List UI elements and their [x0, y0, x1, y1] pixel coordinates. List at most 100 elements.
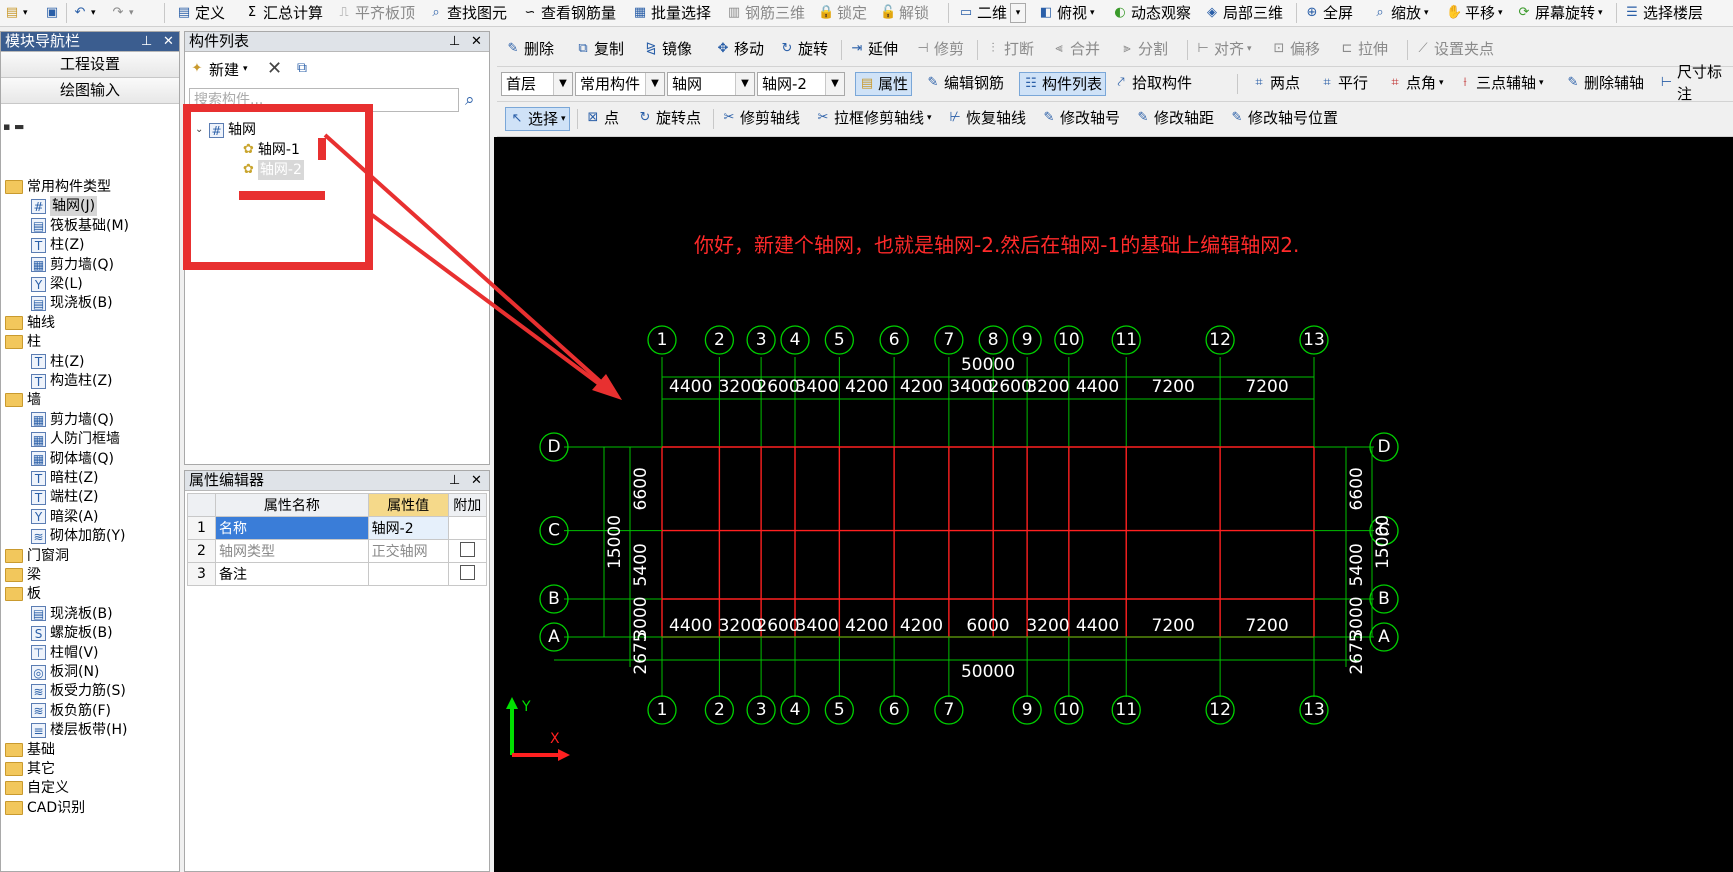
nav-item[interactable]: ▦ 人防门框墙 [31, 429, 120, 449]
nav-item[interactable]: T 端柱(Z) [31, 487, 99, 507]
open-icon[interactable]: ▤ ▾ [4, 2, 28, 24]
instance-select[interactable]: 轴网-2 ▼ [757, 72, 845, 96]
view-rebar-button[interactable]: ∽ 查看钢筋量 [522, 2, 616, 24]
nav-item[interactable]: ▤ 现浇板(B) [31, 604, 113, 624]
properties-button[interactable]: ▤ 属性 [855, 72, 913, 96]
stretch-button[interactable]: ⊏ 拉伸 [1339, 38, 1388, 60]
nav-folder[interactable]: 板 [5, 584, 41, 604]
rebar-3d-button[interactable]: ▥ 钢筋三维 [726, 2, 805, 24]
property-extra-checkbox[interactable] [447, 562, 488, 586]
modify-axis-number-position-button[interactable]: ✎ 修改轴号位置 [1229, 107, 1338, 129]
table-row[interactable]: 1 名称 轴网-2 [186, 516, 488, 540]
nav-item[interactable]: ◎ 板洞(N) [31, 662, 99, 682]
delete-aux-button[interactable]: ✎ 删除辅轴 [1565, 72, 1644, 94]
nav-item[interactable]: Y 暗梁(A) [31, 507, 99, 527]
pin-icon[interactable]: ⊥ [449, 471, 460, 490]
draw-input-button[interactable]: 绘图输入 [1, 78, 179, 104]
save-icon[interactable]: ▣ [44, 2, 60, 24]
trim-button[interactable]: ⊣ 修剪 [915, 38, 964, 60]
lock-button[interactable]: 🔒 锁定 [818, 2, 867, 24]
nav-folder[interactable]: 柱 [5, 332, 41, 352]
align-button[interactable]: ⊢ 对齐 ▾ [1195, 38, 1251, 60]
trim-axis-button[interactable]: ✂ 修剪轴线 [721, 107, 800, 129]
align-slab-top-button[interactable]: ⎍ 平齐板顶 [336, 2, 415, 24]
box-trim-axis-button[interactable]: ✂ 拉框修剪轴线 ▾ [815, 107, 932, 129]
property-value-input[interactable] [367, 562, 449, 586]
nav-folder[interactable]: 门窗洞 [5, 546, 69, 566]
pin-icon[interactable]: ⊥ [141, 32, 152, 51]
drawing-canvas[interactable]: 你好，新建个轴网，也就是轴网-2.然后在轴网-1的基础上编辑轴网2. 12345… [494, 137, 1733, 872]
summary-calc-button[interactable]: Σ 汇总计算 [244, 2, 323, 24]
nav-item[interactable]: ⊤ 柱帽(V) [31, 643, 99, 663]
close-icon[interactable]: ✕ [163, 32, 174, 51]
nav-item[interactable]: T 暗柱(Z) [31, 468, 99, 488]
pick-component-button[interactable]: ⤤ 拾取构件 [1113, 72, 1192, 94]
nav-item[interactable]: T 柱(Z) [31, 235, 85, 255]
view-2d-select[interactable]: ▭ 二维 ▾ [958, 2, 1027, 24]
nav-item[interactable]: ▦ 砌体墙(Q) [31, 449, 114, 469]
find-element-button[interactable]: ⌕ 查找图元 [428, 2, 507, 24]
edit-rebar-button[interactable]: ✎ 编辑钢筋 [925, 72, 1004, 94]
nav-folder[interactable]: 基础 [5, 740, 55, 760]
set-grip-button[interactable]: ⟋ 设置夹点 [1415, 38, 1494, 60]
merge-button[interactable]: ⫷ 合并 [1051, 38, 1100, 60]
nav-folder[interactable]: 墙 [5, 390, 41, 410]
property-extra-checkbox[interactable] [447, 539, 488, 563]
nav-item[interactable]: ≋ 板负筋(F) [31, 701, 111, 721]
nav-folder[interactable]: 梁 [5, 565, 41, 585]
new-component-button[interactable]: ✦ 新建 ▾ [189, 58, 248, 80]
project-settings-button[interactable]: 工程设置 [1, 52, 179, 78]
nav-item[interactable]: Y 梁(L) [31, 274, 83, 294]
undo-icon[interactable]: ↶ ▾ [72, 2, 96, 24]
nav-folder[interactable]: 自定义 [5, 778, 69, 798]
floor-select[interactable]: 首层 ▼ [501, 72, 573, 96]
unlock-button[interactable]: 🔓 解锁 [880, 2, 929, 24]
delete-icon[interactable]: ✕ [267, 58, 282, 79]
pin-icon[interactable]: ⊥ [449, 32, 460, 51]
point-button[interactable]: ⊠ 点 [585, 107, 619, 129]
nav-item[interactable]: ▦ 剪力墙(Q) [31, 410, 114, 430]
screen-rotate-button[interactable]: ⟳ 屏幕旋转 ▾ [1516, 2, 1603, 24]
define-button[interactable]: ▤ 定义 [176, 2, 225, 24]
nav-item[interactable]: T 构造柱(Z) [31, 371, 113, 391]
extend-button[interactable]: ⇥ 延伸 [849, 38, 898, 60]
table-row[interactable]: 2 轴网类型 正交轴网 [186, 539, 488, 563]
copy-button[interactable]: ⧉ 复制 [575, 38, 624, 60]
table-row[interactable]: 3 备注 [186, 562, 488, 586]
nav-item[interactable]: ▦ 剪力墙(Q) [31, 255, 114, 275]
zoom-button[interactable]: ⌕ 缩放 ▾ [1372, 2, 1428, 24]
rotate-point-button[interactable]: ↻ 旋转点 [637, 107, 701, 129]
two-point-button[interactable]: ⌗ 两点 [1251, 72, 1300, 94]
dimension-button[interactable]: ⊢ 尺寸标注 [1659, 63, 1733, 103]
nav-item[interactable]: ≡ 楼层板带(H) [31, 720, 127, 740]
redo-icon[interactable]: ↷ ▾ [110, 2, 134, 24]
search-icon[interactable]: ⌕ [465, 90, 475, 110]
point-angle-button[interactable]: ⌗ 点角 ▾ [1387, 72, 1443, 94]
select-floor-button[interactable]: ☰ 选择楼层 [1624, 2, 1703, 24]
nav-folder[interactable]: 常用构件类型 [5, 177, 111, 197]
split-button[interactable]: ⫸ 分割 [1119, 38, 1168, 60]
three-point-aux-button[interactable]: ⟊ 三点辅轴 ▾ [1457, 72, 1543, 94]
component-list-button[interactable]: ☷ 构件列表 [1019, 72, 1107, 96]
rotate-button[interactable]: ↻ 旋转 [779, 38, 828, 60]
batch-select-button[interactable]: ▦ 批量选择 [632, 2, 711, 24]
fullscreen-button[interactable]: ⊕ 全屏 [1304, 2, 1353, 24]
nav-item[interactable]: # 轴网(J) [31, 196, 98, 217]
restore-axis-button[interactable]: ⊬ 恢复轴线 [947, 107, 1026, 129]
nav-folder[interactable]: CAD识别 [5, 798, 85, 818]
nav-folder[interactable]: 轴线 [5, 313, 55, 333]
category-select[interactable]: 常用构件 ▼ [575, 72, 665, 96]
select-button[interactable]: ↖ 选择 ▾ [505, 107, 570, 131]
view-toggle-icon[interactable]: ▪ ▬ [3, 120, 24, 133]
dynamic-view-button[interactable]: ◐ 动态观察 [1112, 2, 1191, 24]
nav-item[interactable]: ▤ 筏板基础(M) [31, 216, 129, 236]
parallel-button[interactable]: ⌗ 平行 [1319, 72, 1368, 94]
nav-item[interactable]: S 螺旋板(B) [31, 623, 113, 643]
break-button[interactable]: ⫶ 打断 [985, 38, 1034, 60]
nav-folder[interactable]: 其它 [5, 759, 55, 779]
property-value-input[interactable]: 轴网-2 [367, 516, 449, 540]
close-icon[interactable]: ✕ [471, 471, 482, 490]
partial-3d-button[interactable]: ◈ 局部三维 [1204, 2, 1283, 24]
type-select[interactable]: 轴网 ▼ [667, 72, 755, 96]
mirror-button[interactable]: ⧎ 镜像 [643, 38, 692, 60]
